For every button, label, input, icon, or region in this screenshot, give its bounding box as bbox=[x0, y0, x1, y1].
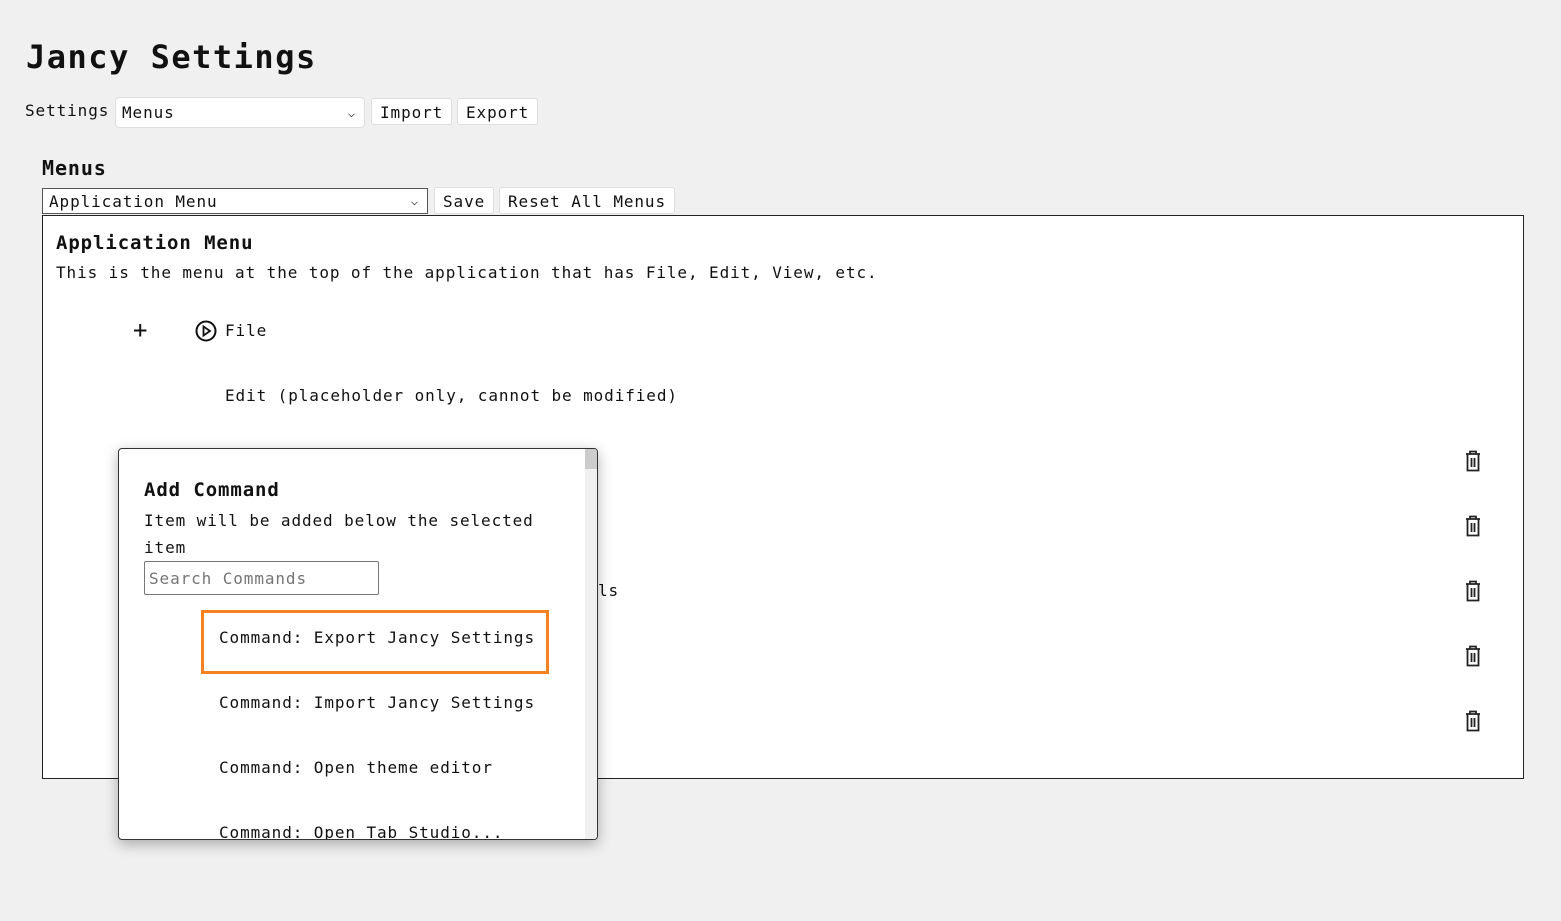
popup-description: Item will be added below the selected it… bbox=[144, 511, 534, 557]
import-button[interactable]: Import bbox=[371, 98, 453, 125]
command-item[interactable]: Command: Import Jancy Settings bbox=[219, 693, 535, 712]
command-item[interactable]: Command: Open Tab Studio... bbox=[219, 823, 503, 839]
chevron-down-icon: ⌵ bbox=[347, 105, 356, 120]
scrollbar-thumb[interactable] bbox=[585, 449, 597, 469]
trash-icon[interactable] bbox=[1464, 710, 1482, 732]
popup-title: Add Command bbox=[144, 479, 280, 501]
panel-description: This is the menu at the top of the appli… bbox=[56, 263, 878, 282]
search-commands-input[interactable] bbox=[144, 561, 379, 595]
settings-select-value: Menus bbox=[122, 103, 175, 122]
play-circle-icon[interactable] bbox=[195, 320, 217, 342]
menu-item-edit: Edit (placeholder only, cannot be modifi… bbox=[225, 386, 678, 405]
menu-item-file[interactable]: File bbox=[225, 321, 267, 340]
menu-select[interactable]: Application Menu ⌵ bbox=[42, 188, 428, 214]
trash-icon[interactable] bbox=[1464, 645, 1482, 667]
trash-icon[interactable] bbox=[1464, 580, 1482, 602]
section-title: Menus bbox=[42, 156, 107, 180]
reset-all-menus-button[interactable]: Reset All Menus bbox=[499, 187, 675, 214]
command-item[interactable]: Command: Open theme editor bbox=[219, 758, 493, 777]
trash-icon[interactable] bbox=[1464, 515, 1482, 537]
add-command-popup: Add Command Item will be added below the… bbox=[118, 448, 598, 840]
panel-title: Application Menu bbox=[56, 232, 254, 254]
save-button[interactable]: Save bbox=[434, 187, 495, 214]
menu-select-value: Application Menu bbox=[49, 191, 218, 211]
export-button[interactable]: Export bbox=[457, 98, 539, 125]
page-title: Jancy Settings bbox=[26, 38, 317, 76]
scrollbar[interactable] bbox=[585, 449, 597, 839]
chevron-down-icon: ⌵ bbox=[410, 194, 419, 208]
menu-item-partial[interactable]: ls bbox=[598, 581, 619, 600]
settings-label: Settings bbox=[25, 101, 110, 120]
command-item[interactable]: Command: Export Jancy Settings bbox=[219, 628, 535, 647]
add-icon[interactable]: + bbox=[133, 318, 148, 342]
settings-select[interactable]: Menus ⌵ bbox=[115, 97, 365, 128]
trash-icon[interactable] bbox=[1464, 450, 1482, 472]
